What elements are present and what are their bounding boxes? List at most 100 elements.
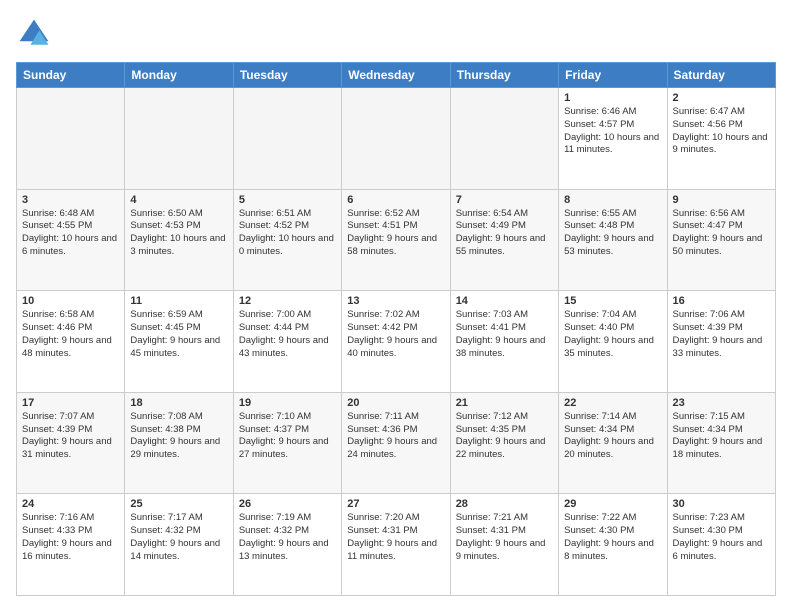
calendar-cell: 27 Sunrise: 7:20 AM Sunset: 4:31 PM Dayli… — [342, 494, 450, 596]
day-number: 6 — [347, 194, 444, 206]
calendar-cell: 7Sunrise: 6:54 AM Sunset: 4:49 PM Daylig… — [450, 189, 558, 291]
day-number: 22 — [564, 397, 661, 409]
day-number: 24 — [22, 498, 119, 510]
calendar-cell: 18Sunrise: 7:08 AM Sunset: 4:38 PM Dayli… — [125, 392, 233, 494]
calendar-cell: 15 Sunrise: 7:04 AM Sunset: 4:40 PM Dayli… — [559, 291, 667, 393]
calendar-header-thursday: Thursday — [450, 63, 558, 88]
logo-icon — [16, 16, 52, 52]
day-number: 21 — [456, 397, 553, 409]
calendar-week-1: 3Sunrise: 6:48 AM Sunset: 4:55 PM Daylig… — [17, 189, 776, 291]
calendar-cell — [450, 88, 558, 190]
calendar-week-4: 24 Sunrise: 7:16 AM Sunset: 4:33 PM Dayli… — [17, 494, 776, 596]
calendar-cell — [342, 88, 450, 190]
day-info: Sunrise: 6:58 AM Sunset: 4:46 PM Dayligh… — [22, 309, 119, 360]
day-number: 11 — [130, 295, 227, 307]
calendar-header-monday: Monday — [125, 63, 233, 88]
calendar-cell: 3Sunrise: 6:48 AM Sunset: 4:55 PM Daylig… — [17, 189, 125, 291]
day-info: Sunrise: 7:17 AM Sunset: 4:32 PM Dayligh… — [130, 512, 227, 563]
day-info: Sunrise: 7:04 AM Sunset: 4:40 PM Dayligh… — [564, 309, 661, 360]
calendar-week-3: 17Sunrise: 7:07 AM Sunset: 4:39 PM Dayli… — [17, 392, 776, 494]
day-info: Sunrise: 7:15 AM Sunset: 4:34 PM Dayligh… — [673, 411, 770, 462]
calendar-cell: 19 Sunrise: 7:10 AM Sunset: 4:37 PM Dayli… — [233, 392, 341, 494]
day-number: 19 — [239, 397, 336, 409]
calendar-cell: 25 Sunrise: 7:17 AM Sunset: 4:32 PM Dayli… — [125, 494, 233, 596]
calendar-cell: 5Sunrise: 6:51 AM Sunset: 4:52 PM Daylig… — [233, 189, 341, 291]
calendar-cell: 16 Sunrise: 7:06 AM Sunset: 4:39 PM Dayli… — [667, 291, 775, 393]
calendar-header-tuesday: Tuesday — [233, 63, 341, 88]
calendar-cell: 6 Sunrise: 6:52 AM Sunset: 4:51 PM Daylig… — [342, 189, 450, 291]
calendar-cell: 9 Sunrise: 6:56 AM Sunset: 4:47 PM Daylig… — [667, 189, 775, 291]
day-number: 28 — [456, 498, 553, 510]
day-info: Sunrise: 7:21 AM Sunset: 4:31 PM Dayligh… — [456, 512, 553, 563]
calendar-header-row: SundayMondayTuesdayWednesdayThursdayFrid… — [17, 63, 776, 88]
calendar-cell: 4 Sunrise: 6:50 AM Sunset: 4:53 PM Daylig… — [125, 189, 233, 291]
calendar-cell: 29 Sunrise: 7:22 AM Sunset: 4:30 PM Dayli… — [559, 494, 667, 596]
calendar-body: 1 Sunrise: 6:46 AM Sunset: 4:57 PM Daylig… — [17, 88, 776, 596]
day-number: 12 — [239, 295, 336, 307]
calendar-week-2: 10 Sunrise: 6:58 AM Sunset: 4:46 PM Dayli… — [17, 291, 776, 393]
calendar-cell: 23 Sunrise: 7:15 AM Sunset: 4:34 PM Dayli… — [667, 392, 775, 494]
day-number: 15 — [564, 295, 661, 307]
day-info: Sunrise: 6:51 AM Sunset: 4:52 PM Dayligh… — [239, 208, 336, 259]
day-number: 10 — [22, 295, 119, 307]
header — [16, 16, 776, 52]
day-info: Sunrise: 6:56 AM Sunset: 4:47 PM Dayligh… — [673, 208, 770, 259]
calendar-cell: 11 Sunrise: 6:59 AM Sunset: 4:45 PM Dayli… — [125, 291, 233, 393]
day-info: Sunrise: 6:50 AM Sunset: 4:53 PM Dayligh… — [130, 208, 227, 259]
day-info: Sunrise: 7:08 AM Sunset: 4:38 PM Dayligh… — [130, 411, 227, 462]
day-number: 1 — [564, 92, 661, 104]
day-info: Sunrise: 7:19 AM Sunset: 4:32 PM Dayligh… — [239, 512, 336, 563]
calendar-table: SundayMondayTuesdayWednesdayThursdayFrid… — [16, 62, 776, 596]
calendar-cell: 14Sunrise: 7:03 AM Sunset: 4:41 PM Dayli… — [450, 291, 558, 393]
day-number: 25 — [130, 498, 227, 510]
day-info: Sunrise: 6:59 AM Sunset: 4:45 PM Dayligh… — [130, 309, 227, 360]
calendar-cell: 30 Sunrise: 7:23 AM Sunset: 4:30 PM Dayli… — [667, 494, 775, 596]
day-info: Sunrise: 7:20 AM Sunset: 4:31 PM Dayligh… — [347, 512, 444, 563]
day-number: 27 — [347, 498, 444, 510]
logo — [16, 16, 56, 52]
calendar-cell — [17, 88, 125, 190]
day-number: 14 — [456, 295, 553, 307]
day-info: Sunrise: 6:52 AM Sunset: 4:51 PM Dayligh… — [347, 208, 444, 259]
day-number: 23 — [673, 397, 770, 409]
day-info: Sunrise: 7:06 AM Sunset: 4:39 PM Dayligh… — [673, 309, 770, 360]
day-info: Sunrise: 7:11 AM Sunset: 4:36 PM Dayligh… — [347, 411, 444, 462]
day-number: 30 — [673, 498, 770, 510]
calendar-cell — [233, 88, 341, 190]
day-number: 20 — [347, 397, 444, 409]
calendar-cell: 26 Sunrise: 7:19 AM Sunset: 4:32 PM Dayli… — [233, 494, 341, 596]
day-info: Sunrise: 7:16 AM Sunset: 4:33 PM Dayligh… — [22, 512, 119, 563]
calendar-cell: 17Sunrise: 7:07 AM Sunset: 4:39 PM Dayli… — [17, 392, 125, 494]
page: SundayMondayTuesdayWednesdayThursdayFrid… — [0, 0, 792, 612]
day-info: Sunrise: 7:02 AM Sunset: 4:42 PM Dayligh… — [347, 309, 444, 360]
day-info: Sunrise: 7:12 AM Sunset: 4:35 PM Dayligh… — [456, 411, 553, 462]
day-number: 8 — [564, 194, 661, 206]
day-number: 17 — [22, 397, 119, 409]
day-number: 16 — [673, 295, 770, 307]
calendar-cell: 2 Sunrise: 6:47 AM Sunset: 4:56 PM Daylig… — [667, 88, 775, 190]
calendar-week-0: 1 Sunrise: 6:46 AM Sunset: 4:57 PM Daylig… — [17, 88, 776, 190]
day-number: 13 — [347, 295, 444, 307]
calendar-cell: 1 Sunrise: 6:46 AM Sunset: 4:57 PM Daylig… — [559, 88, 667, 190]
day-info: Sunrise: 6:47 AM Sunset: 4:56 PM Dayligh… — [673, 106, 770, 157]
day-number: 2 — [673, 92, 770, 104]
day-info: Sunrise: 7:23 AM Sunset: 4:30 PM Dayligh… — [673, 512, 770, 563]
day-number: 9 — [673, 194, 770, 206]
day-info: Sunrise: 6:46 AM Sunset: 4:57 PM Dayligh… — [564, 106, 661, 157]
calendar-cell: 22Sunrise: 7:14 AM Sunset: 4:34 PM Dayli… — [559, 392, 667, 494]
day-number: 4 — [130, 194, 227, 206]
calendar-cell: 8 Sunrise: 6:55 AM Sunset: 4:48 PM Daylig… — [559, 189, 667, 291]
calendar-header-sunday: Sunday — [17, 63, 125, 88]
day-number: 3 — [22, 194, 119, 206]
calendar-cell: 24 Sunrise: 7:16 AM Sunset: 4:33 PM Dayli… — [17, 494, 125, 596]
calendar-cell: 10 Sunrise: 6:58 AM Sunset: 4:46 PM Dayli… — [17, 291, 125, 393]
day-number: 29 — [564, 498, 661, 510]
calendar-header-friday: Friday — [559, 63, 667, 88]
calendar-cell — [125, 88, 233, 190]
day-info: Sunrise: 6:55 AM Sunset: 4:48 PM Dayligh… — [564, 208, 661, 259]
day-info: Sunrise: 7:22 AM Sunset: 4:30 PM Dayligh… — [564, 512, 661, 563]
day-info: Sunrise: 6:54 AM Sunset: 4:49 PM Dayligh… — [456, 208, 553, 259]
day-number: 26 — [239, 498, 336, 510]
day-info: Sunrise: 7:10 AM Sunset: 4:37 PM Dayligh… — [239, 411, 336, 462]
calendar-cell: 12Sunrise: 7:00 AM Sunset: 4:44 PM Dayli… — [233, 291, 341, 393]
